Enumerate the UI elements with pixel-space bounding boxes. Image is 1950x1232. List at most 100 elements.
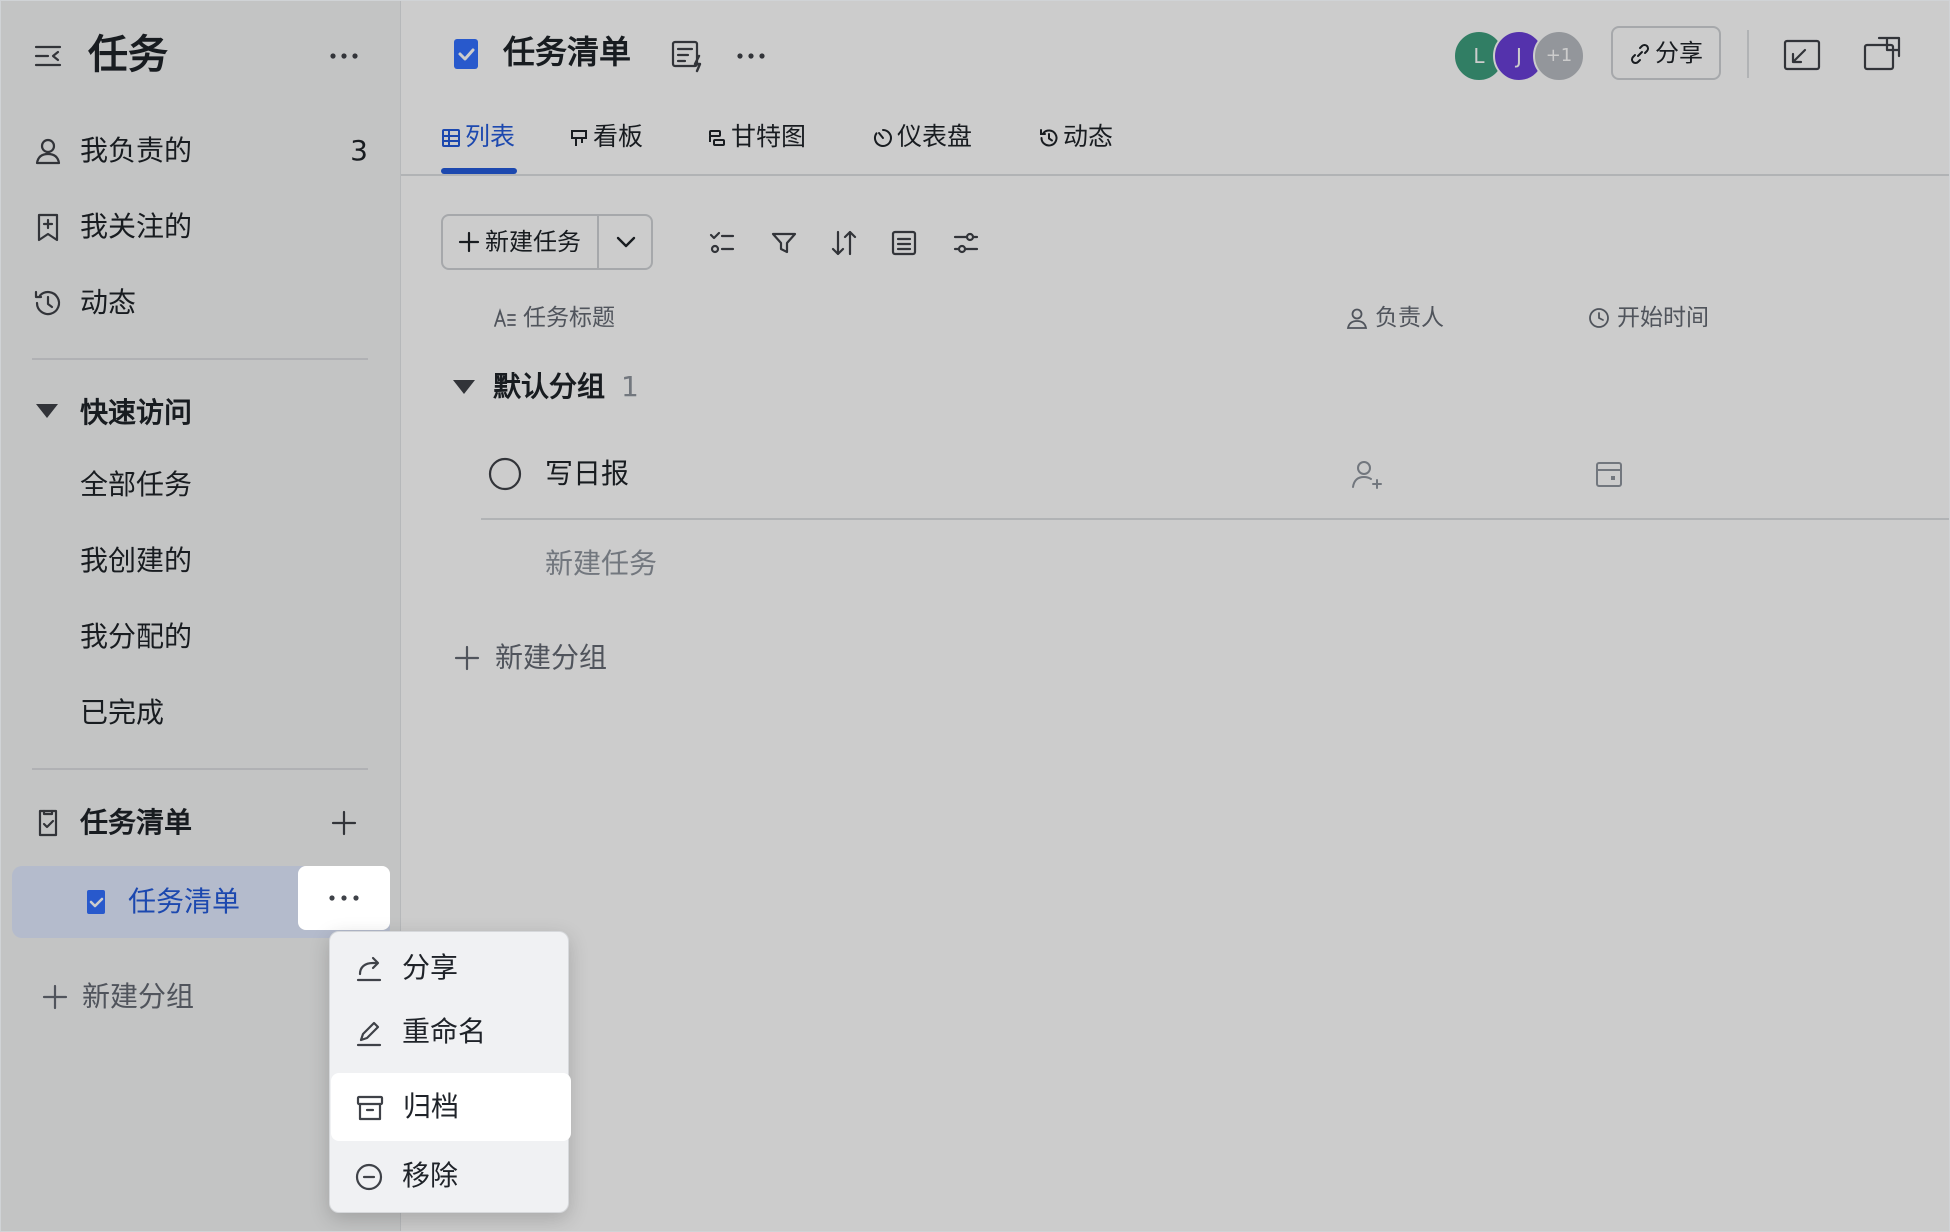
main-panel: 任务清单 L J +1 分享 列表 看板 甘特图 仪表盘 动态 新建任务 任务标… bbox=[401, 0, 1950, 1232]
new-task-button[interactable]: 新建任务 bbox=[441, 214, 653, 270]
context-menu: 分享 重命名 归档 移除 bbox=[329, 931, 571, 1213]
menu-item-rename[interactable]: 重命名 bbox=[330, 1000, 568, 1064]
divider bbox=[597, 216, 599, 268]
dashboard-icon bbox=[873, 128, 893, 148]
new-task-input[interactable]: 新建任务 bbox=[545, 544, 657, 584]
sidebar-item-label: 动态 bbox=[80, 286, 137, 319]
tab-board[interactable]: 看板 bbox=[569, 118, 659, 164]
sidebar-item-assigned-by-me[interactable]: 我分配的 bbox=[14, 606, 386, 668]
plus-icon bbox=[453, 644, 481, 672]
table-row[interactable]: 写日报 bbox=[481, 440, 1950, 520]
text-field-icon bbox=[493, 307, 517, 329]
add-list-icon[interactable] bbox=[328, 807, 360, 839]
remove-icon bbox=[354, 1162, 384, 1192]
edit-icon bbox=[354, 1018, 384, 1048]
share-button[interactable]: 分享 bbox=[1611, 26, 1721, 80]
complete-checkbox[interactable] bbox=[487, 456, 523, 492]
sidebar-header: 任务 bbox=[0, 20, 400, 92]
automation-icon[interactable] bbox=[669, 36, 707, 74]
task-lists-section[interactable]: 任务清单 bbox=[14, 792, 386, 854]
sidebar-item-all-tasks[interactable]: 全部任务 bbox=[14, 454, 386, 516]
history-icon bbox=[32, 287, 64, 319]
menu-item-archive[interactable]: 归档 bbox=[331, 1073, 571, 1141]
tab-gantt[interactable]: 甘特图 bbox=[707, 118, 817, 164]
sidebar-item-label: 我创建的 bbox=[80, 544, 193, 577]
tab-label: 看板 bbox=[593, 122, 644, 151]
avatar-more-count[interactable]: +1 bbox=[1533, 30, 1585, 82]
menu-item-remove[interactable]: 移除 bbox=[330, 1144, 568, 1208]
group-name: 默认分组 bbox=[493, 370, 606, 403]
new-task-label: 新建任务 bbox=[485, 228, 581, 256]
tab-label: 列表 bbox=[465, 122, 516, 151]
more-icon[interactable] bbox=[733, 38, 769, 74]
column-header-label: 负责人 bbox=[1375, 305, 1444, 331]
plus-icon bbox=[457, 230, 481, 254]
new-group-label: 新建分组 bbox=[82, 980, 195, 1013]
menu-item-label: 归档 bbox=[403, 1090, 460, 1123]
settings-sliders-icon[interactable] bbox=[951, 228, 981, 258]
menu-item-label: 移除 bbox=[402, 1159, 459, 1192]
history-icon bbox=[1039, 128, 1059, 148]
more-icon[interactable] bbox=[326, 38, 362, 74]
plus-icon bbox=[40, 982, 70, 1012]
share-button-label: 分享 bbox=[1655, 39, 1703, 67]
tab-list[interactable]: 列表 bbox=[441, 118, 521, 164]
tab-dashboard[interactable]: 仪表盘 bbox=[873, 118, 983, 164]
sidebar-item-completed[interactable]: 已完成 bbox=[14, 682, 386, 744]
sidebar-item-label: 我分配的 bbox=[80, 620, 193, 653]
tab-label: 仪表盘 bbox=[897, 122, 973, 151]
task-title[interactable]: 写日报 bbox=[545, 454, 629, 494]
sort-icon[interactable] bbox=[829, 228, 859, 258]
sidebar-title: 任务 bbox=[88, 32, 168, 78]
add-assignee-icon[interactable] bbox=[1349, 456, 1385, 492]
caret-down-icon[interactable] bbox=[453, 380, 475, 394]
sidebar-item-assigned-to-me[interactable]: 我负责的 3 bbox=[14, 120, 386, 182]
sidebar-item-label: 我负责的 bbox=[80, 134, 193, 167]
more-icon bbox=[328, 892, 360, 904]
section-label: 快速访问 bbox=[80, 396, 193, 429]
link-icon bbox=[1629, 43, 1651, 65]
new-group-label: 新建分组 bbox=[495, 641, 608, 674]
chevron-down-icon[interactable] bbox=[613, 229, 639, 255]
column-header-row: 任务标题 负责人 开始时间 bbox=[401, 298, 1950, 340]
new-group-button[interactable]: 新建分组 bbox=[453, 636, 753, 680]
column-header-label: 开始时间 bbox=[1617, 305, 1709, 331]
task-list-icon bbox=[32, 807, 64, 839]
sidebar-item-created-by-me[interactable]: 我创建的 bbox=[14, 530, 386, 592]
sidebar-item-activity[interactable]: 动态 bbox=[14, 272, 386, 334]
open-new-window-icon[interactable] bbox=[1861, 34, 1903, 76]
quick-access-section[interactable]: 快速访问 bbox=[14, 382, 386, 444]
sidebar-item-label: 我关注的 bbox=[80, 210, 193, 243]
page-title: 任务清单 bbox=[503, 33, 632, 71]
exit-fullscreen-icon[interactable] bbox=[1781, 34, 1823, 76]
section-label: 任务清单 bbox=[80, 806, 193, 839]
divider bbox=[1747, 30, 1749, 78]
calendar-icon[interactable] bbox=[1593, 458, 1625, 490]
sidebar-item-following[interactable]: 我关注的 bbox=[14, 196, 386, 258]
menu-item-share[interactable]: 分享 bbox=[330, 936, 568, 1000]
board-icon bbox=[569, 128, 589, 148]
filter-icon[interactable] bbox=[769, 228, 799, 258]
sidebar-item-label: 全部任务 bbox=[80, 468, 193, 501]
tab-activity[interactable]: 动态 bbox=[1039, 118, 1129, 164]
group-by-icon[interactable] bbox=[889, 228, 919, 258]
task-group-header[interactable]: 默认分组 1 bbox=[453, 362, 853, 412]
task-list-icon bbox=[80, 886, 112, 918]
sidebar-item-count: 3 bbox=[350, 134, 368, 167]
task-app: 任务 我负责的 3 我关注的 动态 快速访问 全部任务 我创建的 我分配的 已完… bbox=[0, 0, 1950, 1232]
share-icon bbox=[354, 954, 384, 984]
group-count: 1 bbox=[621, 370, 639, 403]
checklist-icon[interactable] bbox=[707, 228, 737, 258]
member-avatars[interactable]: L J +1 bbox=[1453, 30, 1593, 82]
sidebar-item-label: 已完成 bbox=[80, 696, 165, 729]
collapse-sidebar-icon[interactable] bbox=[32, 40, 64, 72]
view-tabs: 列表 看板 甘特图 仪表盘 动态 bbox=[401, 110, 1950, 176]
active-tab-indicator bbox=[441, 168, 517, 174]
clock-icon bbox=[1587, 307, 1611, 329]
column-header-label: 任务标题 bbox=[523, 305, 615, 331]
divider bbox=[32, 358, 368, 360]
table-icon bbox=[441, 128, 461, 148]
list-more-button-active[interactable] bbox=[298, 866, 390, 930]
person-icon bbox=[1345, 307, 1369, 329]
archive-icon bbox=[355, 1093, 385, 1123]
